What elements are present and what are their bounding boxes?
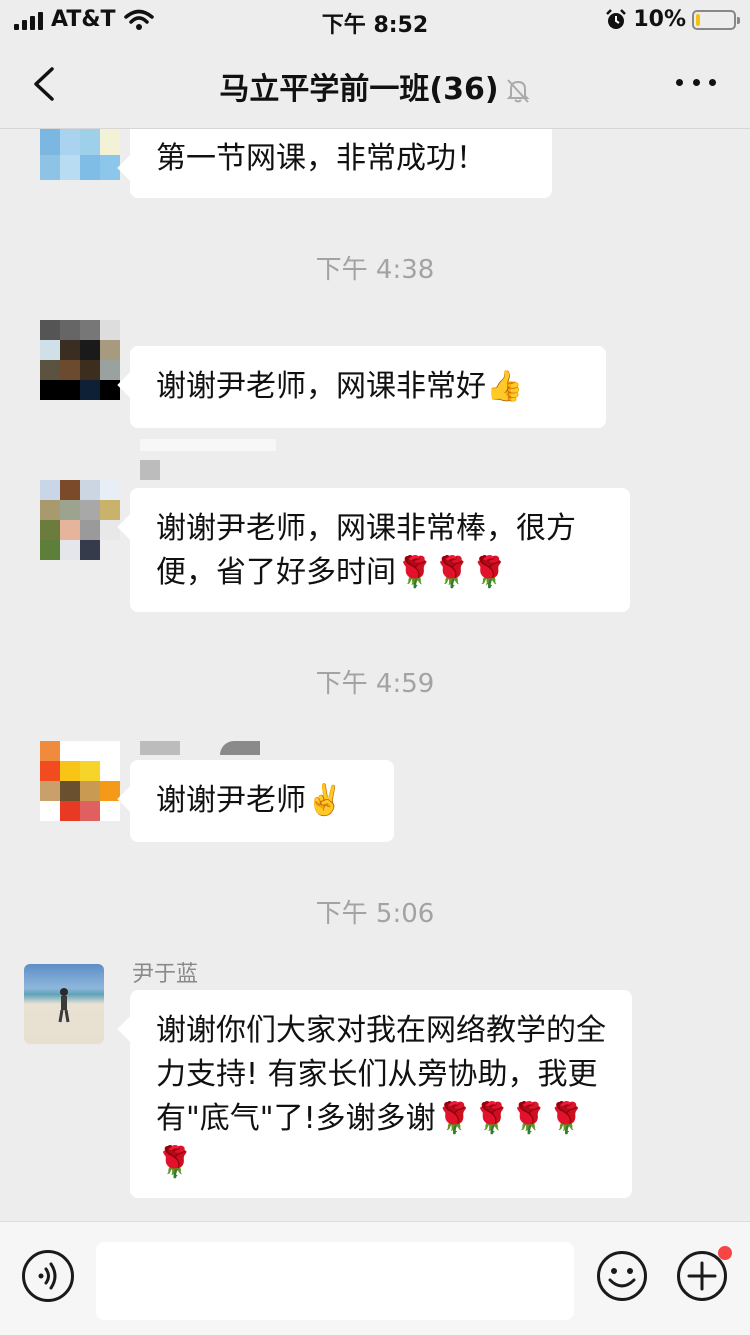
- sender-name: 尹于蓝: [132, 962, 199, 987]
- message-text: 谢谢尹老师，网课非常棒，很方便，省了好多时间🌹🌹🌹: [156, 511, 576, 590]
- input-bar: [0, 1221, 750, 1335]
- voice-button[interactable]: [22, 1250, 74, 1302]
- sender-name-redacted: [140, 439, 276, 451]
- avatar[interactable]: [40, 129, 120, 180]
- sender-name-redacted: [140, 741, 180, 755]
- sender-name-redacted: [140, 460, 160, 480]
- message-text: 谢谢尹老师✌️: [156, 783, 344, 818]
- timestamp: 下午 4:59: [315, 669, 435, 699]
- message-bubble[interactable]: 谢谢尹老师，网课非常棒，很方便，省了好多时间🌹🌹🌹: [130, 488, 630, 612]
- chat-area[interactable]: 第一节网课，非常成功！ 下午 4:38 谢谢尹老师，网课非常好👍 谢谢尹老师，网…: [0, 129, 750, 1221]
- emoji-icon[interactable]: [596, 1250, 648, 1302]
- avatar[interactable]: [40, 320, 120, 400]
- battery-fill: [696, 13, 700, 26]
- message-bubble[interactable]: 第一节网课，非常成功！: [130, 129, 552, 198]
- chat-title-wrap: 马立平学前一班(36): [0, 64, 750, 108]
- chat-title: 马立平学前一班(36): [219, 72, 499, 107]
- more-options-button[interactable]: [676, 74, 716, 90]
- message-bubble[interactable]: 谢谢尹老师，网课非常好👍: [130, 346, 606, 428]
- voice-icon: [38, 1262, 57, 1290]
- battery-icon: [692, 9, 740, 30]
- avatar[interactable]: [40, 741, 120, 821]
- person-on-beach-icon: [58, 988, 70, 1023]
- timestamp: 下午 4:38: [315, 255, 435, 285]
- sender-name-redacted: [220, 741, 260, 755]
- nav-bar: 马立平学前一班(36): [0, 40, 750, 129]
- message-bubble[interactable]: 谢谢你们大家对我在网络教学的全力支持! 有家长们从旁协助，我更有"底气"了!多谢…: [130, 990, 632, 1198]
- message-input[interactable]: [96, 1242, 574, 1320]
- avatar[interactable]: [24, 964, 104, 1044]
- alarm-icon: [606, 8, 627, 29]
- timestamp: 下午 5:06: [315, 899, 435, 929]
- message-text: 第一节网课，非常成功！: [156, 141, 486, 176]
- avatar[interactable]: [40, 480, 120, 560]
- battery-percent: 10%: [633, 7, 686, 32]
- status-right: 10%: [605, 7, 740, 32]
- muted-bell-icon: [506, 78, 529, 103]
- message-bubble[interactable]: 谢谢尹老师✌️: [130, 760, 394, 842]
- message-text: 谢谢你们大家对我在网络教学的全力支持! 有家长们从旁协助，我更有"底气"了!多谢…: [156, 1013, 606, 1180]
- message-text: 谢谢尹老师，网课非常好👍: [156, 369, 524, 404]
- notification-dot: [718, 1246, 732, 1260]
- status-bar: AT&T 下午 8:52 10%: [0, 0, 750, 40]
